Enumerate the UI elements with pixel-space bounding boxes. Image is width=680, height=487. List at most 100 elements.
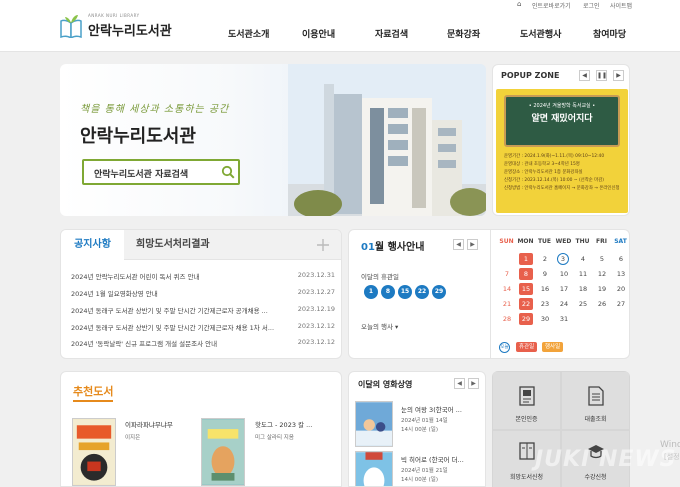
calendar-day[interactable]: 16: [538, 283, 552, 295]
nav-item-events[interactable]: 도서관행사: [520, 27, 561, 40]
calendar-day[interactable]: 13: [614, 268, 628, 280]
calendar-weekday-header: THU: [575, 238, 590, 245]
calendar-day[interactable]: 15: [519, 283, 533, 295]
calendar-day[interactable]: 24: [557, 298, 571, 310]
calendar-day[interactable]: 26: [595, 298, 609, 310]
nav-item-guide[interactable]: 이용안내: [302, 27, 335, 40]
login-link[interactable]: 로그인: [583, 1, 600, 10]
catalog-search-box[interactable]: 안락누리도서관 자료검색: [82, 159, 240, 185]
calendar-day[interactable]: 21: [500, 298, 514, 310]
calendar-day[interactable]: 11: [576, 268, 590, 280]
nav-item-search[interactable]: 자료검색: [375, 27, 408, 40]
service-loan-inquiry[interactable]: 대출조회: [562, 372, 629, 429]
hero-title: 안락누리도서관: [80, 126, 196, 147]
book-cover-1[interactable]: [72, 418, 116, 486]
calendar-day[interactable]: 22: [519, 298, 533, 310]
calendar-day[interactable]: 7: [500, 268, 514, 280]
tab-hope-books[interactable]: 희망도서처리결과: [124, 230, 341, 260]
poster-detail-line: 신청기간 : 2023.12.14.(목) 10:00 ~ (선착순 마감): [504, 178, 604, 183]
home-icon[interactable]: ⌂: [517, 0, 521, 8]
notice-title[interactable]: 2024년 안락누리도서관 어린이 독서 퀴즈 안내: [71, 271, 275, 281]
events-panel: 01월 행사안내 ◀ ▶ 이달의 휴관일 1 8 15 22 29 오늘의 행사…: [348, 229, 630, 359]
calendar-day[interactable]: 2: [538, 253, 552, 265]
closed-day-badge[interactable]: 8: [381, 285, 395, 299]
book-title-1[interactable]: 이파라파냐무냐무: [125, 419, 173, 429]
service-label: 본인인증: [515, 416, 538, 423]
calendar-day[interactable]: 10: [557, 268, 571, 280]
windows-activation-subtext: [설정]으: [664, 453, 680, 461]
book-cover-2[interactable]: [201, 418, 245, 486]
calendar-day[interactable]: 8: [519, 268, 533, 280]
document-icon: [588, 386, 604, 406]
library-building-image: [288, 64, 486, 216]
movie-poster-1[interactable]: [355, 401, 393, 447]
poster-subtitle: • 2024년 겨울방학 독서교실 •: [528, 103, 596, 109]
closed-day-badge[interactable]: 29: [432, 285, 446, 299]
movie-poster-2[interactable]: [355, 451, 393, 487]
events-title-suffix: 월 행사안내: [374, 242, 425, 253]
calendar-day[interactable]: 27: [614, 298, 628, 310]
notice-date: 2023.12.12: [297, 338, 335, 346]
calendar-day[interactable]: 5: [595, 253, 609, 265]
nav-item-about[interactable]: 도서관소개: [228, 27, 269, 40]
calendar-day[interactable]: 3: [557, 253, 569, 265]
calendar-day[interactable]: 28: [500, 313, 514, 325]
legend-closed-marker: 휴관일: [516, 342, 538, 352]
popup-prev-button[interactable]: ◀: [579, 70, 590, 81]
more-plus-icon[interactable]: [316, 238, 330, 252]
popup-next-button[interactable]: ▶: [613, 70, 624, 81]
library-logo-icon[interactable]: [60, 14, 82, 38]
calendar-day[interactable]: 9: [538, 268, 552, 280]
notice-date: 2023.12.27: [297, 288, 335, 296]
calendar-day[interactable]: 20: [614, 283, 628, 295]
nav-item-participation[interactable]: 참여마당: [593, 27, 626, 40]
notice-row[interactable]: 2024년 1월 일요영화상영 안내 2023.12.27: [71, 288, 335, 306]
book-title-2[interactable]: 핫도그 - 2023 칼 ...: [255, 419, 312, 429]
movie-title-1[interactable]: 눈의 여왕 3(한국어 ...: [401, 404, 462, 414]
calendar-day[interactable]: 14: [500, 283, 514, 295]
calendar-day[interactable]: 12: [595, 268, 609, 280]
service-label: 수강신청: [584, 474, 607, 481]
notice-row[interactable]: 2024년 안락누리도서관 어린이 독서 퀴즈 안내 2023.12.31: [71, 271, 335, 289]
movie-title-2[interactable]: 빅 히어로 (한국어 더...: [401, 454, 464, 464]
calendar-day[interactable]: 4: [576, 253, 590, 265]
calendar-day[interactable]: 31: [557, 313, 571, 325]
closed-day-badge[interactable]: 22: [415, 285, 429, 299]
closed-day-badge[interactable]: 1: [364, 285, 378, 299]
popup-pause-button[interactable]: ❚❚: [596, 70, 607, 81]
notice-title[interactable]: 2024년 1월 일요영화상영 안내: [71, 288, 275, 298]
poster-detail-line: 운영대상 : 관내 초등학교 3~4학년 15명: [504, 162, 580, 167]
logo-title[interactable]: 안락누리도서관: [88, 20, 172, 39]
tab-notice[interactable]: 공지사항: [61, 230, 124, 260]
closed-day-badge[interactable]: 15: [398, 285, 412, 299]
movies-next-button[interactable]: ▶: [468, 378, 479, 389]
sitemap-link[interactable]: 사이트맵: [610, 1, 632, 10]
notice-title[interactable]: 2024년 '동락날락' 신규 프로그램 개설 설문조사 안내: [71, 338, 275, 348]
poster-detail-line: 신청방법 : 안락누리도서관 홈페이지 → 문화강좌 → 온라인신청: [504, 186, 620, 191]
intro-link[interactable]: 인트로바로가기: [532, 1, 571, 10]
calendar-day[interactable]: 6: [614, 253, 628, 265]
calendar-day[interactable]: 29: [519, 313, 533, 325]
notice-title[interactable]: 2024년 동래구 도서관 상반기 및 주말 단시간 기간제근로자 공개채용 .…: [71, 305, 275, 315]
hero-banner: 책을 통해 세상과 소통하는 공간 안락누리도서관 안락누리도서관 자료검색: [60, 64, 486, 216]
calendar-day[interactable]: 23: [538, 298, 552, 310]
calendar-day[interactable]: 25: [576, 298, 590, 310]
events-month: 01: [361, 242, 375, 253]
calendar-day[interactable]: 19: [595, 283, 609, 295]
prev-month-button[interactable]: ◀: [453, 239, 464, 250]
calendar-day[interactable]: 1: [519, 253, 533, 265]
search-icon[interactable]: [221, 165, 235, 179]
nav-item-culture[interactable]: 문화강좌: [447, 27, 480, 40]
service-identity-verification[interactable]: 본인인증: [493, 372, 560, 429]
next-month-button[interactable]: ▶: [467, 239, 478, 250]
calendar-day[interactable]: 30: [538, 313, 552, 325]
movies-prev-button[interactable]: ◀: [454, 378, 465, 389]
notice-row[interactable]: 2024년 '동락날락' 신규 프로그램 개설 설문조사 안내 2023.12.…: [71, 338, 335, 356]
popup-poster[interactable]: • 2024년 겨울방학 독서교실 • 알면 재밌어지다 운영기간 : 2024…: [496, 89, 628, 213]
legend-today-marker: 오늘: [499, 342, 510, 353]
notice-row[interactable]: 2024년 동래구 도서관 상반기 및 주말 단시간 기간제근로자 공개채용 .…: [71, 305, 335, 323]
notice-title[interactable]: 2024년 동래구 도서관 상반기 및 주말 단시간 기간제근로자 채용 1차 …: [71, 322, 275, 332]
calendar-day[interactable]: 17: [557, 283, 571, 295]
movies-panel: 이달의 영화상영 ◀ ▶ 눈의 여왕 3(한국어 ... 2024년 01월 1…: [348, 371, 486, 487]
calendar-day[interactable]: 18: [576, 283, 590, 295]
